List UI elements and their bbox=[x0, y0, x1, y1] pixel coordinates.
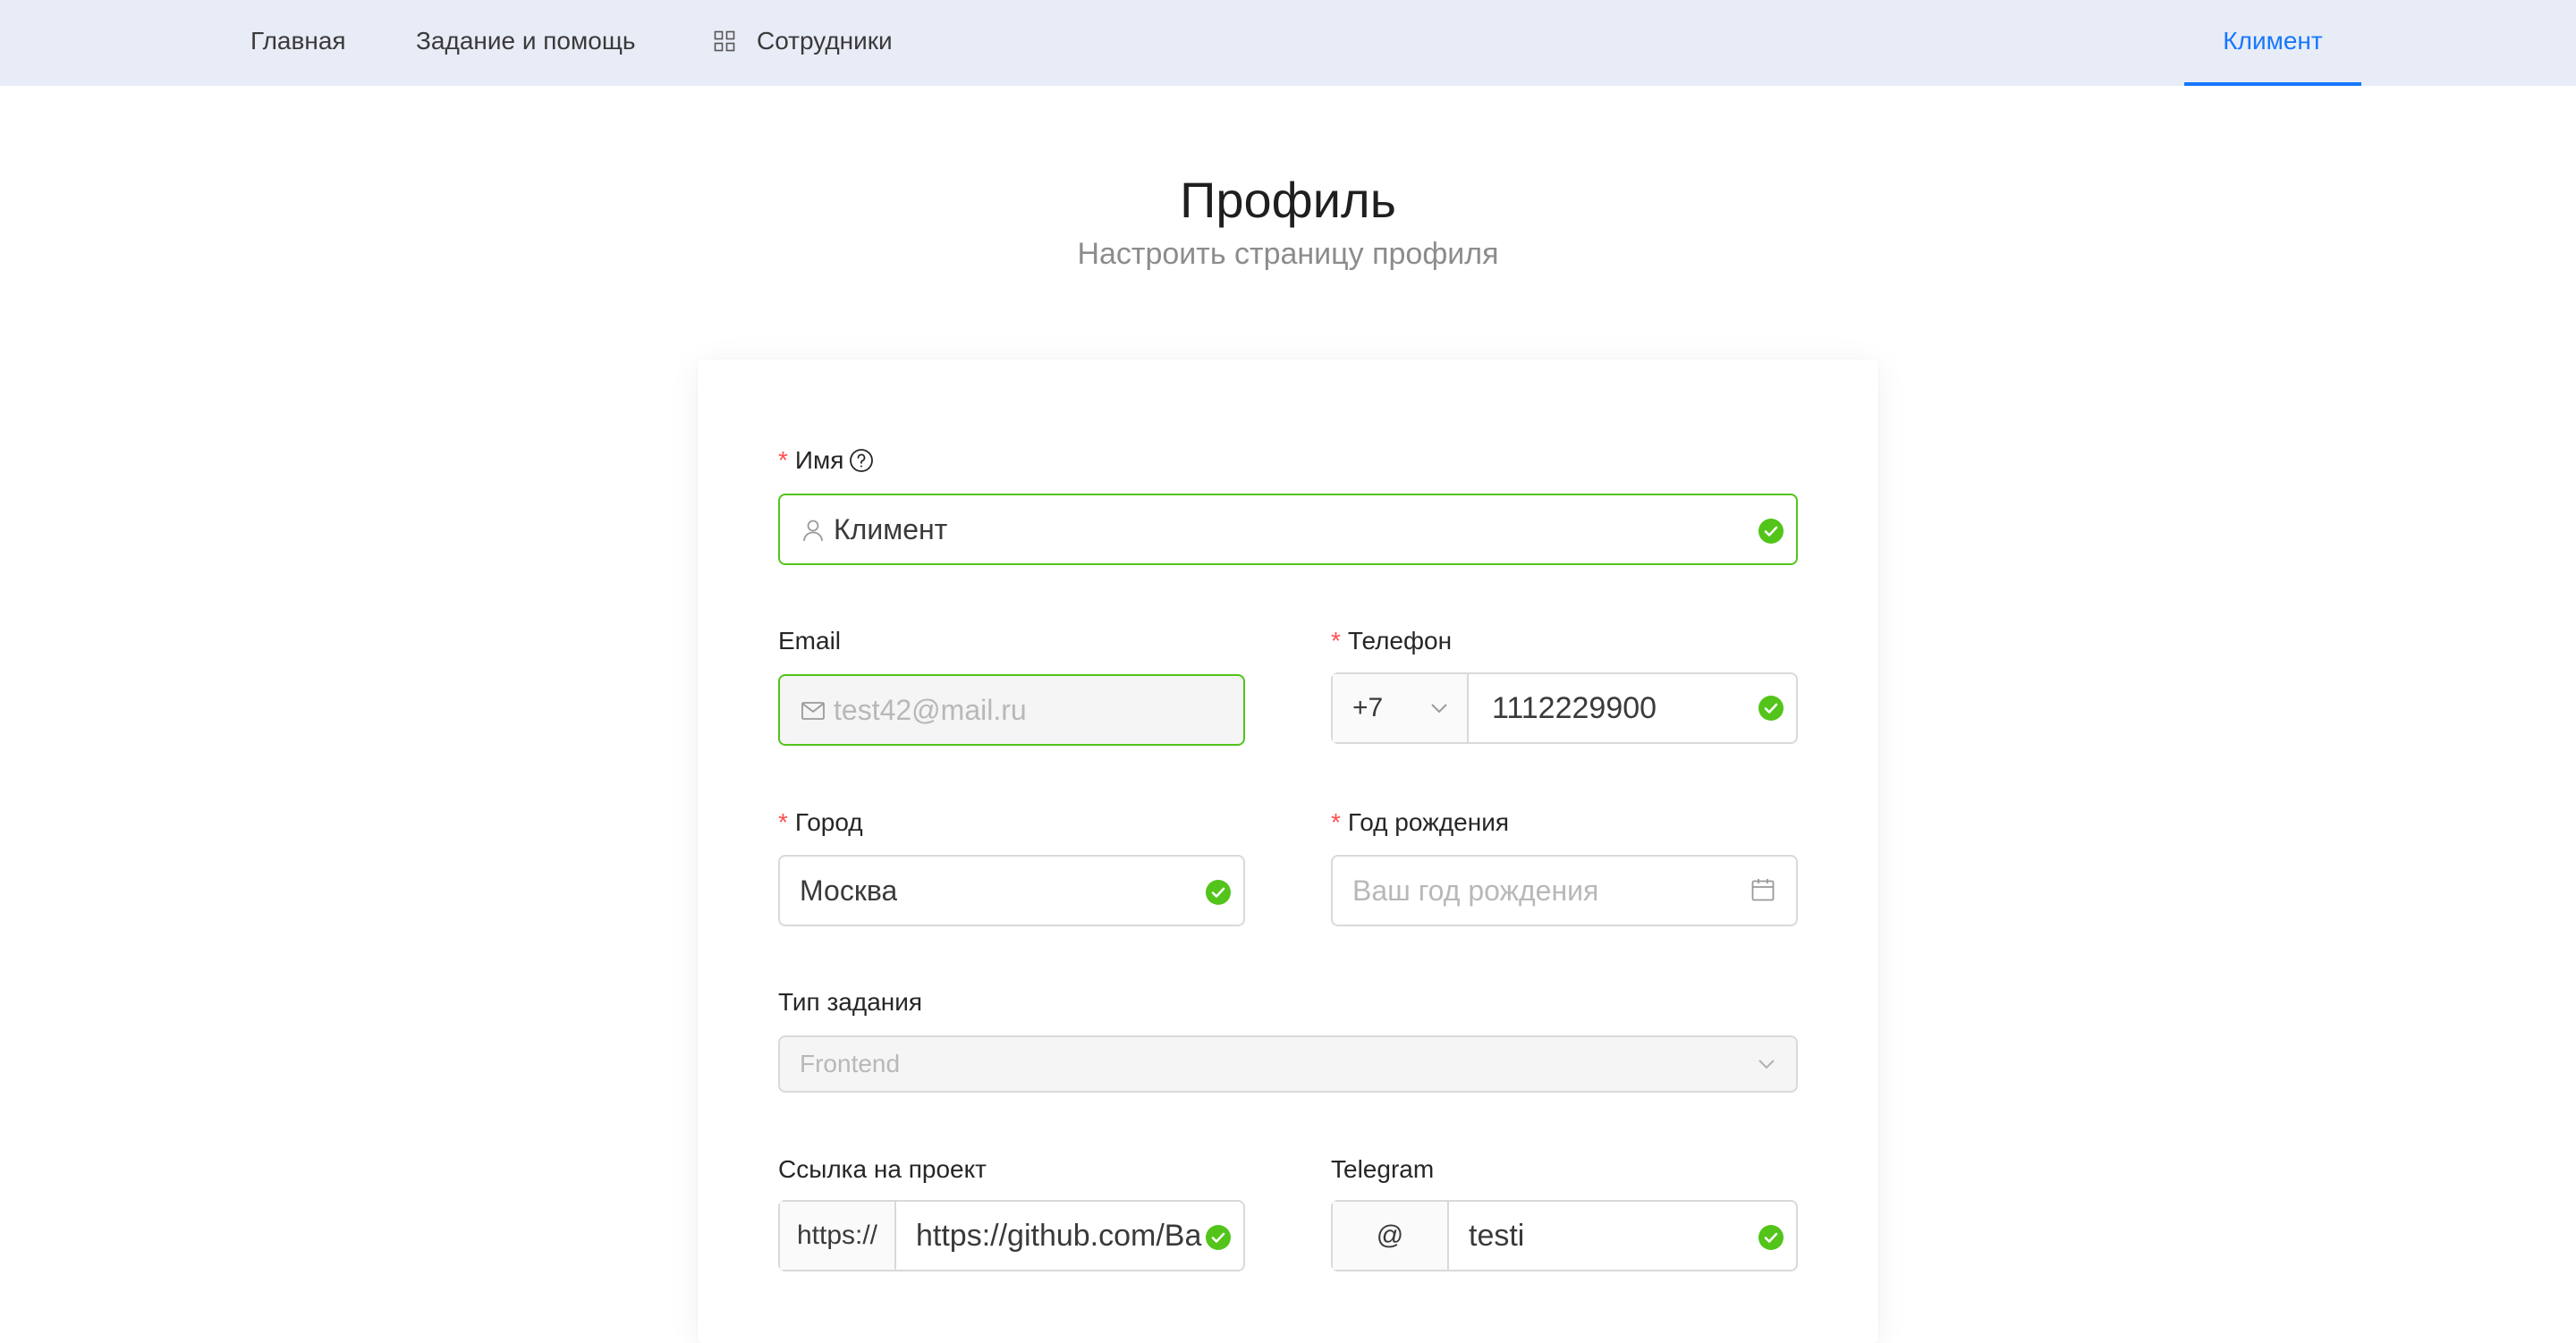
grid-icon bbox=[714, 30, 735, 52]
phone-value[interactable]: 1112229900 bbox=[1492, 674, 1657, 742]
nav-home[interactable]: Главная bbox=[250, 0, 346, 86]
phone-input-group: +7 1112229900 bbox=[1331, 672, 1798, 744]
telegram-value[interactable]: testi bbox=[1469, 1202, 1524, 1270]
check-circle-icon bbox=[1758, 519, 1784, 544]
required-mark: * bbox=[1331, 808, 1341, 836]
required-mark: * bbox=[778, 808, 788, 836]
required-mark: * bbox=[778, 446, 788, 474]
name-input[interactable]: Климент bbox=[778, 494, 1798, 565]
check-circle-icon bbox=[1206, 880, 1231, 905]
project-link-input-group: https:// https://github.com/Ba bbox=[778, 1200, 1245, 1271]
city-input[interactable]: Москва bbox=[778, 855, 1245, 926]
email-input[interactable]: test42@mail.ru bbox=[778, 674, 1245, 746]
required-mark: * bbox=[1331, 627, 1341, 655]
country-code-value: +7 bbox=[1352, 693, 1384, 722]
question-circle-icon[interactable] bbox=[849, 448, 874, 473]
email-value: test42@mail.ru bbox=[834, 694, 1027, 726]
url-prefix-addon: https:// bbox=[780, 1202, 896, 1270]
project-link-label: Ссылка на проект bbox=[778, 1155, 987, 1183]
name-value: Климент bbox=[834, 513, 948, 545]
page-title: Профиль bbox=[1180, 172, 1396, 228]
chevron-down-icon bbox=[1758, 1060, 1775, 1069]
nav-user-menu[interactable]: Климент bbox=[2184, 0, 2361, 86]
city-value: Москва bbox=[800, 874, 898, 907]
nav-employees-label: Сотрудники bbox=[757, 27, 893, 55]
top-navigation: Главная Задание и помощь Сотрудники Клим… bbox=[0, 0, 2576, 86]
task-type-select[interactable]: Frontend bbox=[778, 1035, 1798, 1093]
project-link-value[interactable]: https://github.com/Ba bbox=[916, 1202, 1209, 1270]
city-label: * Город bbox=[778, 808, 863, 836]
calendar-icon[interactable] bbox=[1750, 876, 1776, 903]
task-type-label: Тип задания bbox=[778, 988, 923, 1016]
birth-year-label: * Год рождения bbox=[1331, 808, 1510, 836]
country-code-select[interactable]: +7 bbox=[1333, 674, 1469, 742]
task-type-value: Frontend bbox=[800, 1050, 901, 1077]
phone-label: * Телефон bbox=[1331, 627, 1453, 655]
telegram-input-group: @ testi bbox=[1331, 1200, 1798, 1271]
email-label: Email bbox=[778, 627, 842, 655]
user-icon bbox=[803, 519, 823, 542]
check-circle-icon bbox=[1206, 1225, 1231, 1250]
birth-year-placeholder: Ваш год рождения bbox=[1352, 874, 1599, 907]
nav-employees[interactable]: Сотрудники bbox=[714, 0, 893, 86]
mail-icon bbox=[801, 702, 825, 720]
chevron-down-icon bbox=[1431, 704, 1447, 714]
telegram-label: Telegram bbox=[1331, 1155, 1435, 1183]
at-prefix-addon: @ bbox=[1333, 1202, 1449, 1270]
check-circle-icon bbox=[1758, 696, 1784, 721]
check-circle-icon bbox=[1758, 1225, 1784, 1250]
nav-tasks-help[interactable]: Задание и помощь bbox=[416, 0, 635, 86]
page-subtitle: Настроить страницу профиля bbox=[1077, 237, 1499, 271]
name-label: * Имя bbox=[778, 444, 874, 477]
birth-year-picker[interactable]: Ваш год рождения bbox=[1331, 855, 1798, 926]
